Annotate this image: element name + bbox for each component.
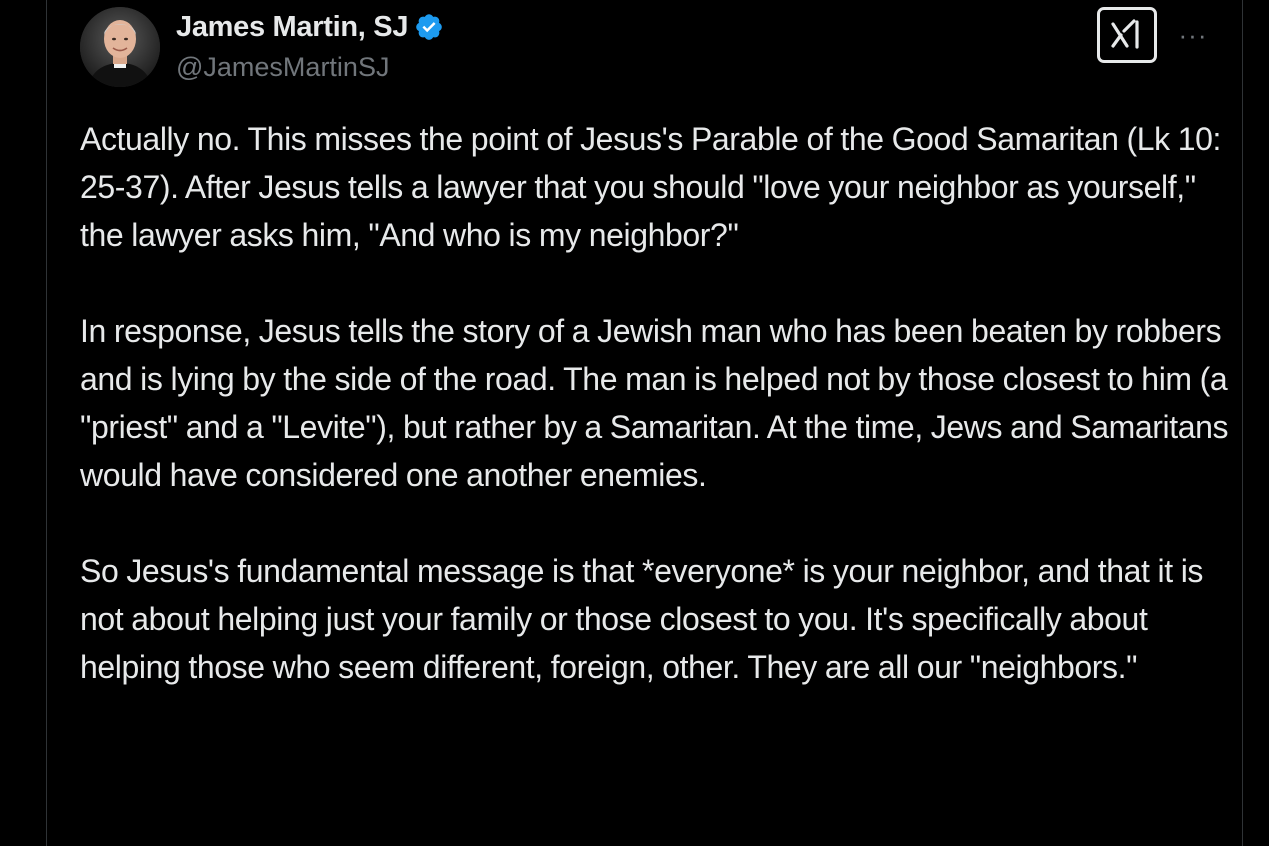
more-options-button[interactable]: ··· bbox=[1173, 20, 1213, 50]
grok-icon bbox=[1111, 19, 1139, 49]
author-handle[interactable]: @JamesMartinSJ bbox=[176, 50, 389, 84]
verified-badge-icon bbox=[414, 12, 444, 42]
more-horizontal-icon: ··· bbox=[1178, 20, 1208, 50]
tweet-paragraph-3: So Jesus's fundamental message is that *… bbox=[80, 553, 1204, 685]
author-display-name[interactable]: James Martin, SJ bbox=[176, 9, 408, 45]
author-name-row: James Martin, SJ bbox=[176, 9, 444, 45]
tweet-text: Actually no. This misses the point of Je… bbox=[80, 115, 1230, 739]
tweet-card: James Martin, SJ @JamesMartinSJ ··· Actu… bbox=[46, 0, 1243, 846]
profile-photo-icon bbox=[80, 7, 160, 87]
tweet-paragraph-2: In response, Jesus tells the story of a … bbox=[80, 313, 1229, 493]
tweet-paragraph-1: Actually no. This misses the point of Je… bbox=[80, 121, 1222, 253]
grok-button[interactable] bbox=[1097, 7, 1157, 63]
avatar[interactable] bbox=[80, 7, 160, 87]
